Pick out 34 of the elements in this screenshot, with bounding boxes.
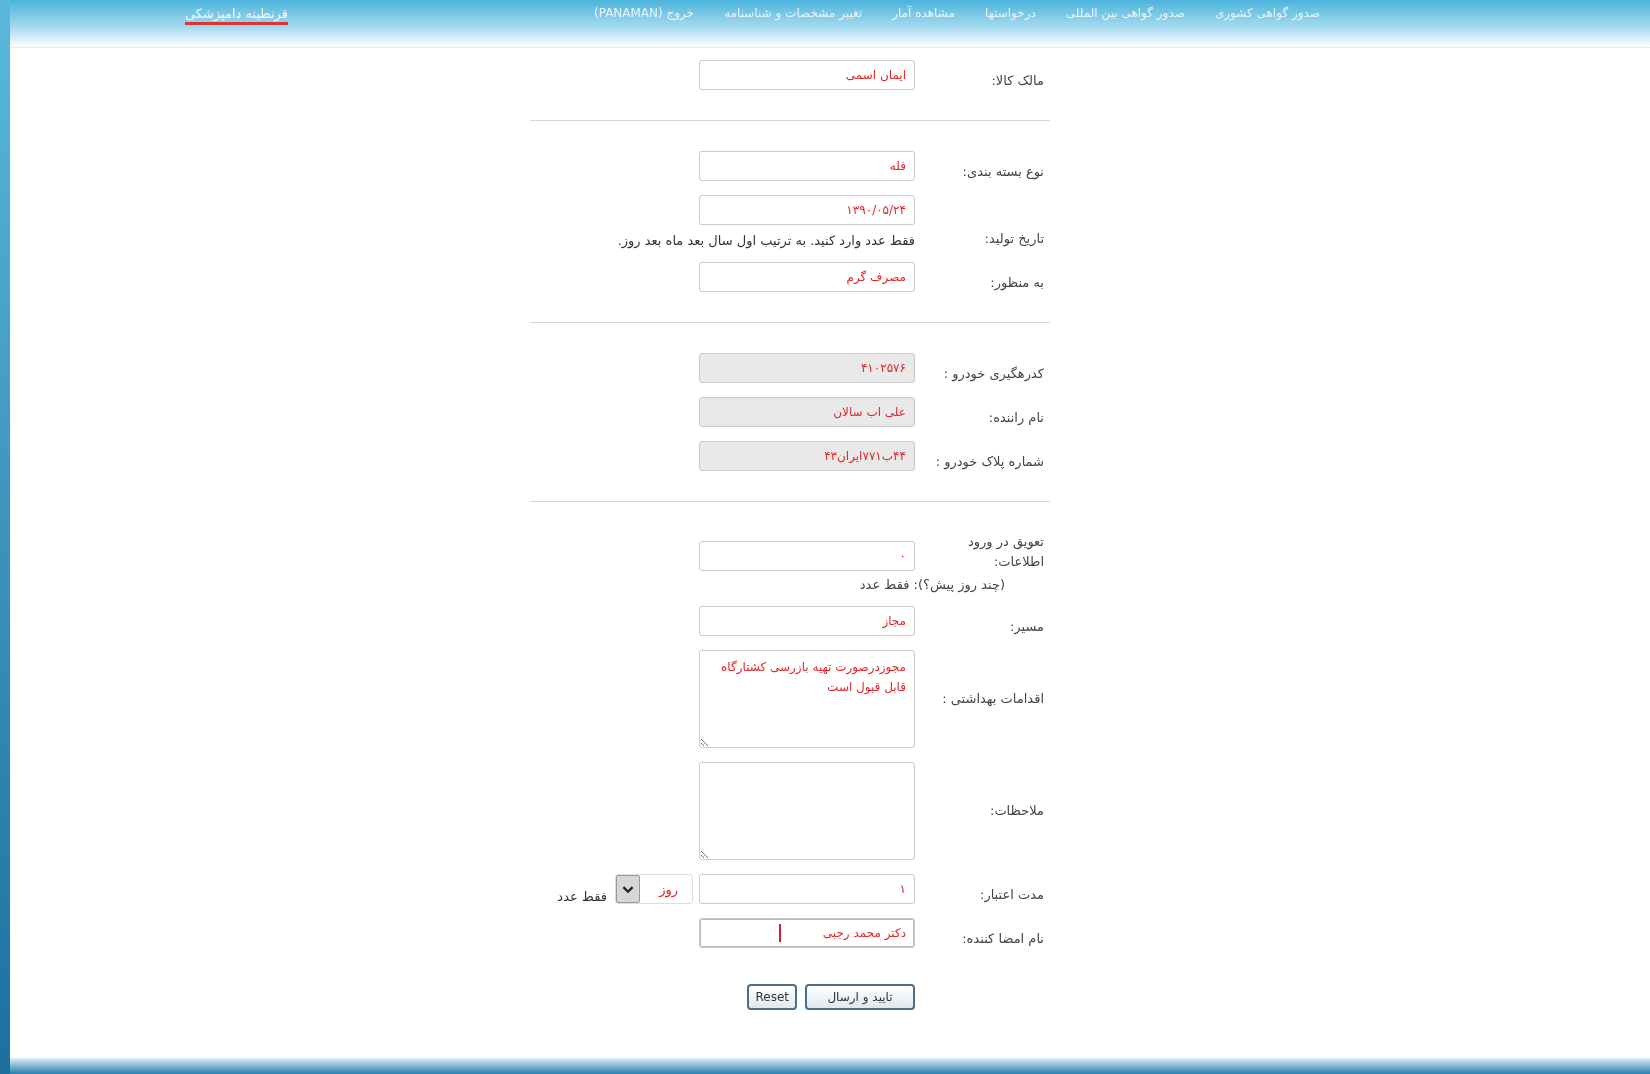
text-field[interactable]: دکتر محمد رجبی: [699, 918, 915, 948]
readonly-field[interactable]: ۴۴ب۷۷۱ایران۴۳: [699, 441, 915, 471]
text-field[interactable]: ۱۳۹۰/۰۵/۲۴: [699, 195, 915, 225]
reset-button[interactable]: Reset: [747, 984, 797, 1010]
text-field[interactable]: ۱: [699, 874, 915, 904]
hint-text: فقط عدد: [557, 889, 607, 904]
text-area[interactable]: [699, 762, 915, 860]
text-field[interactable]: فله: [699, 151, 915, 181]
text-area[interactable]: مجوزدرصورت تهیه بازرسی کشتارگاه قابل قبول است: [699, 650, 915, 748]
field-label: مالک کالا:: [990, 71, 1045, 90]
field-label: به منظور:: [989, 273, 1045, 292]
text-field[interactable]: مجاز: [699, 606, 915, 636]
field-label: مدت اعتبار:: [979, 885, 1045, 904]
field-label: شماره پلاک خودرو :: [934, 452, 1045, 471]
field-label: نام راننده:: [987, 408, 1045, 427]
field-label: تعویق در ورود اطلاعات:: [966, 533, 1045, 571]
text-field[interactable]: ایمان اسمی: [699, 60, 915, 90]
submit-button[interactable]: تایید و ارسال: [805, 984, 915, 1010]
text-field[interactable]: ۰: [699, 541, 915, 571]
text-field[interactable]: مصرف گرم: [699, 262, 915, 292]
field-label: نام امضا کننده:: [961, 929, 1045, 948]
field-label: کدرهگیری خودرو :: [942, 364, 1045, 383]
hint-text: فقط عدد وارد کنید. به ترتیب اول سال بعد ماه بعد روز.: [617, 233, 915, 248]
field-label: (چند روز پیش؟): فقط عدد: [858, 577, 1005, 592]
field-label: ملاحظات:: [989, 801, 1045, 820]
readonly-field[interactable]: علی اب سالان: [699, 397, 915, 427]
field-label: اقدامات بهداشتی :: [941, 689, 1045, 708]
field-label: نوع بسته بندی:: [961, 162, 1045, 181]
text-cursor: [779, 924, 781, 942]
field-label: مسیر:: [1008, 617, 1045, 636]
field-label: تاریخ تولید:: [983, 229, 1045, 248]
unit-dropdown[interactable]: روز: [615, 874, 693, 904]
readonly-field[interactable]: ۴۱۰۲۵۷۶: [699, 353, 915, 383]
caret-icon: [616, 875, 640, 903]
